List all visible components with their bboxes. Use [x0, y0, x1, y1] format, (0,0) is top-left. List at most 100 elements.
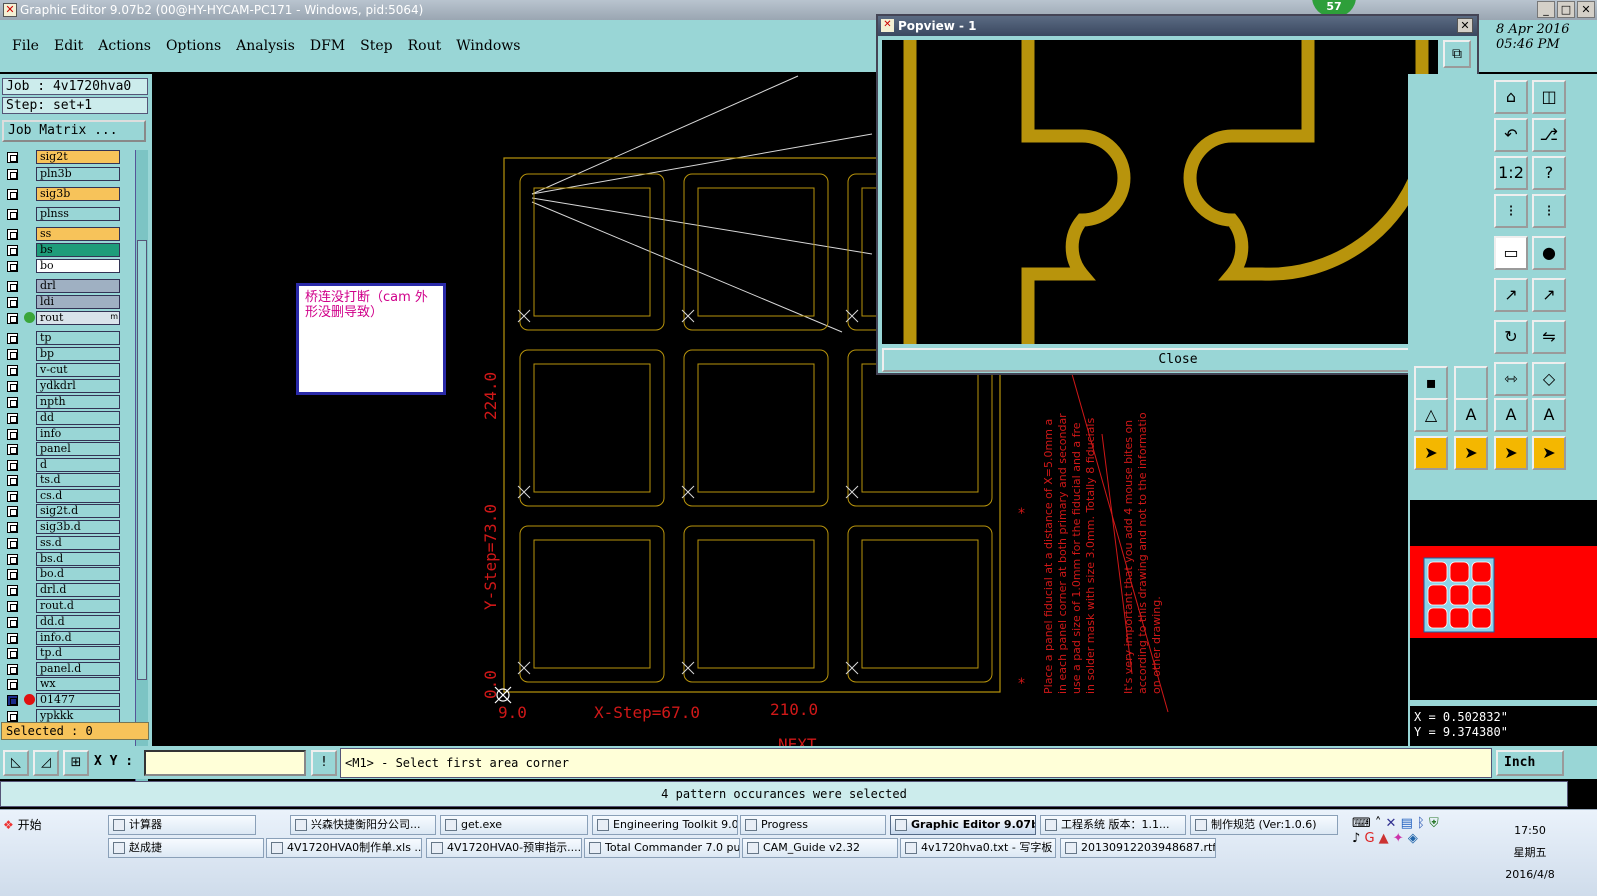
layer-row[interactable]: panel	[2, 442, 134, 456]
triangle-tool-icon[interactable]: △	[1414, 398, 1448, 432]
layer-name[interactable]: ss	[36, 227, 120, 241]
layer-name[interactable]: ss.d	[36, 536, 120, 550]
layer-row[interactable]: ss.d	[2, 536, 134, 550]
layer-name[interactable]: bs	[36, 243, 120, 257]
taskbar-item[interactable]: Progress	[740, 815, 886, 835]
blank-tool[interactable]	[1454, 366, 1488, 400]
layer-row[interactable]: bo.d	[2, 567, 134, 581]
layer-name[interactable]: bo.d	[36, 567, 120, 581]
minimize-button[interactable]: _	[1537, 1, 1555, 18]
layer-checkbox[interactable]	[7, 460, 18, 471]
popview-close-icon[interactable]: ✕	[1457, 18, 1473, 33]
resize-icon[interactable]: ⇿	[1494, 362, 1528, 396]
zoom-window-icon[interactable]: ⧉	[1443, 40, 1471, 68]
layer-checkbox[interactable]	[7, 711, 18, 722]
layer-row[interactable]: d	[2, 458, 134, 472]
triangle-a-icon[interactable]: A	[1454, 398, 1488, 432]
layer-name[interactable]: sig3b	[36, 187, 120, 201]
layer-name[interactable]: v-cut	[36, 363, 120, 377]
layer-checkbox[interactable]	[7, 475, 18, 486]
taskbar-item[interactable]: 赵成捷	[108, 838, 264, 858]
layer-name[interactable]: 01477	[36, 693, 120, 707]
layer-row[interactable]: pln3b	[2, 167, 134, 181]
layer-row[interactable]: ts.d	[2, 473, 134, 487]
layer-name[interactable]: sig2t	[36, 150, 120, 164]
taskbar-item[interactable]: Total Commander 7.0 pu...	[584, 838, 740, 858]
layer-checkbox[interactable]	[7, 189, 18, 200]
layer-row[interactable]: drl	[2, 279, 134, 293]
layer-checkbox[interactable]	[7, 633, 18, 644]
layer-scrollbar[interactable]	[135, 150, 148, 790]
layer-checkbox[interactable]	[7, 381, 18, 392]
layer-checkbox[interactable]	[7, 365, 18, 376]
layer-name[interactable]: ldi	[36, 295, 120, 309]
antivirus-icon[interactable]: ▲	[1379, 831, 1389, 846]
layer-checkbox[interactable]	[7, 229, 18, 240]
bluetooth-icon[interactable]: ᛒ	[1417, 816, 1425, 831]
layer-name[interactable]: panel	[36, 442, 120, 456]
layer-row[interactable]: rout m	[2, 311, 134, 325]
layer-name[interactable]: cs.d	[36, 489, 120, 503]
layer-row[interactable]: sig3b	[2, 187, 134, 201]
layer-checkbox[interactable]	[7, 209, 18, 220]
layer-checkbox[interactable]	[7, 538, 18, 549]
taskbar-item[interactable]: 工程系统 版本：1.1...	[1040, 815, 1186, 835]
xy-input[interactable]	[144, 750, 306, 776]
ruler-icon[interactable]: ▭	[1494, 236, 1528, 270]
layer-checkbox[interactable]	[7, 261, 18, 272]
layer-name[interactable]: bs.d	[36, 552, 120, 566]
layer-checkbox[interactable]	[7, 506, 18, 517]
sync-icon[interactable]: ✦	[1393, 831, 1404, 846]
layer-name[interactable]: ydkdrl	[36, 379, 120, 393]
layer-name[interactable]: tp	[36, 331, 120, 345]
units-selector[interactable]: Inch	[1496, 750, 1564, 776]
layer-name[interactable]: sig2t.d	[36, 504, 120, 518]
layer-name[interactable]: info	[36, 427, 120, 441]
layer-row[interactable]: sig2t	[2, 150, 134, 164]
pointer-path-icon[interactable]: ➤	[1532, 436, 1566, 470]
layer-row[interactable]: ypkkk	[2, 709, 134, 723]
scrollbar-thumb[interactable]	[137, 240, 147, 680]
layer-name[interactable]: rout.d	[36, 599, 120, 613]
layer-row[interactable]: sig3b.d	[2, 520, 134, 534]
layer-checkbox[interactable]	[7, 601, 18, 612]
pad-icon[interactable]: ●	[1532, 236, 1566, 270]
snap-icon[interactable]: ⎇	[1532, 118, 1566, 152]
layer-checkbox[interactable]	[7, 429, 18, 440]
layer-checkbox[interactable]	[7, 413, 18, 424]
layer-checkbox[interactable]	[7, 569, 18, 580]
menu-rout[interactable]: Rout	[408, 38, 442, 54]
pointer-edit-icon[interactable]: ➤	[1494, 436, 1528, 470]
google-icon[interactable]: G	[1364, 831, 1374, 846]
select-box-icon[interactable]: ▪	[1414, 366, 1448, 400]
rotate-icon[interactable]: ↻	[1494, 320, 1528, 354]
layer-name[interactable]: dd.d	[36, 615, 120, 629]
taskbar-item[interactable]: 计算器	[108, 815, 256, 835]
tray-expand-icon[interactable]: ˄	[1375, 816, 1382, 831]
layer-row[interactable]: npth	[2, 395, 134, 409]
taskbar-item[interactable]: 制作规范 (Ver:1.0.6)	[1190, 815, 1338, 835]
layer-name[interactable]: sig3b.d	[36, 520, 120, 534]
pointer-select-icon[interactable]: ➤	[1454, 436, 1488, 470]
layer-row[interactable]: sig2t.d	[2, 504, 134, 518]
taskbar-item[interactable]: Engineering Toolkit 9.0...	[592, 815, 738, 835]
menu-dfm[interactable]: DFM	[310, 38, 345, 54]
layer-row[interactable]: dd.d	[2, 615, 134, 629]
layer-checkbox[interactable]	[7, 617, 18, 628]
overview-thumbnail[interactable]	[1410, 500, 1597, 700]
layer-row[interactable]: ydkdrl	[2, 379, 134, 393]
layer-name[interactable]: rout	[36, 311, 120, 325]
grid-mode-icon[interactable]: ⊞	[63, 750, 89, 776]
taskbar-item[interactable]: 4v1720hva0.txt - 写字板	[900, 838, 1056, 858]
taskbar-item[interactable]: 4V1720HVA0制作单.xls ...	[266, 838, 422, 858]
layer-name[interactable]: info.d	[36, 631, 120, 645]
layer-name[interactable]: npth	[36, 395, 120, 409]
line-snap-icon[interactable]: ↗	[1494, 278, 1528, 312]
layer-checkbox[interactable]	[7, 554, 18, 565]
shield-icon[interactable]: ⛨	[1429, 816, 1439, 831]
layer-name[interactable]: wx	[36, 677, 120, 691]
layer-checkbox[interactable]	[7, 281, 18, 292]
alert-icon[interactable]: !	[311, 750, 337, 776]
layer-row[interactable]: bo	[2, 259, 134, 273]
layer-row[interactable]: bp	[2, 347, 134, 361]
